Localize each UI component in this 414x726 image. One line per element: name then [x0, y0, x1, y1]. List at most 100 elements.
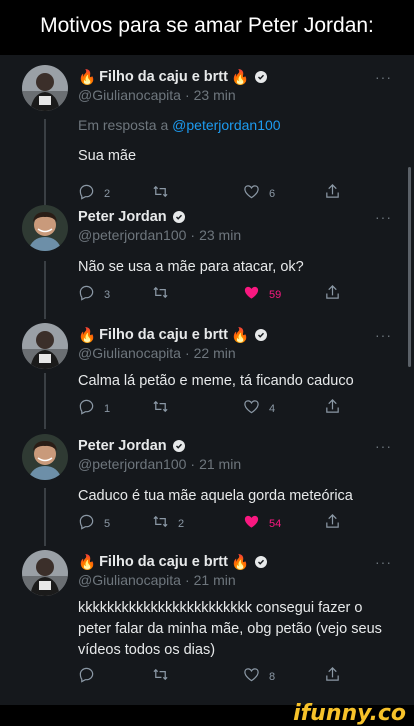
more-options-icon[interactable]: ··· — [375, 438, 392, 454]
reply-icon — [78, 284, 95, 306]
tweet-text: Sua mãe — [78, 148, 137, 164]
replie-count: 3 — [104, 289, 111, 301]
like-button[interactable]: 4 — [243, 398, 275, 420]
timestamp[interactable]: 22 min — [194, 345, 236, 361]
tweet-text: Caduco é tua mãe aquela gorda meteórica — [78, 488, 353, 504]
timestamp[interactable]: 23 min — [194, 87, 236, 103]
tweet-actions: 26 — [78, 183, 378, 203]
verified-badge-icon — [172, 211, 185, 223]
retweet-icon — [152, 284, 169, 306]
display-name: Filho da caju e brtt — [99, 69, 228, 85]
display-name: Peter Jordan — [78, 209, 167, 225]
tweet-meta: @Giulianocapita · 21 min — [78, 572, 236, 588]
replie-count: 1 — [104, 403, 111, 415]
share-icon — [324, 666, 341, 688]
like-button[interactable]: 6 — [243, 183, 275, 205]
like-button[interactable]: 59 — [243, 284, 281, 306]
fire-emoji-icon: 🔥 — [230, 69, 250, 86]
share-icon — [324, 284, 341, 306]
user-name[interactable]: 🔥 Filho da caju e brtt 🔥 — [78, 325, 268, 345]
handle[interactable]: @peterjordan100 — [78, 456, 186, 472]
avatar[interactable] — [22, 434, 68, 480]
tweet-thread: 🔥 Filho da caju e brtt 🔥 ··· @Giulianocapita… — [0, 55, 414, 705]
like-count: 54 — [269, 518, 282, 530]
user-name[interactable]: 🔥 Filho da caju e brtt 🔥 — [78, 67, 268, 87]
heart-icon — [243, 398, 260, 420]
fire-emoji-icon: 🔥 — [78, 69, 97, 86]
timestamp[interactable]: 21 min — [194, 572, 236, 588]
verified-badge-icon — [255, 71, 268, 83]
avatar[interactable] — [22, 205, 68, 251]
more-options-icon[interactable]: ··· — [375, 554, 392, 570]
reply-button[interactable] — [78, 666, 95, 688]
retweet-button[interactable] — [152, 284, 169, 306]
like-count: 4 — [269, 403, 276, 415]
avatar[interactable] — [22, 550, 68, 596]
handle[interactable]: @Giulianocapita — [78, 572, 181, 588]
fire-emoji-icon: 🔥 — [78, 327, 97, 344]
more-options-icon[interactable]: ··· — [375, 69, 392, 85]
avatar[interactable] — [22, 65, 68, 111]
share-icon — [324, 513, 341, 535]
reply-button[interactable]: 1 — [78, 398, 110, 420]
share-button[interactable] — [324, 183, 341, 205]
share-button[interactable] — [324, 513, 341, 535]
ifunny-watermark: ifunny.co — [293, 701, 406, 726]
reply-button[interactable]: 3 — [78, 284, 110, 306]
avatar[interactable] — [22, 323, 68, 369]
share-button[interactable] — [324, 284, 341, 306]
separator: · — [184, 572, 190, 588]
timestamp[interactable]: 21 min — [199, 456, 241, 472]
tweet-actions: 5 2 54 — [78, 513, 378, 533]
separator: · — [184, 87, 190, 103]
heart-icon — [243, 666, 260, 688]
handle[interactable]: @Giulianocapita — [78, 87, 181, 103]
retweet-button[interactable] — [152, 398, 169, 420]
display-name: Peter Jordan — [78, 438, 167, 454]
post-header: Motivos para se amar Peter Jordan: — [0, 0, 414, 52]
reply-context: Em resposta a @peterjordan100 — [78, 117, 281, 133]
user-name[interactable]: Peter Jordan — [78, 207, 185, 227]
reply-button[interactable]: 5 — [78, 513, 110, 535]
replie-count: 5 — [104, 518, 111, 530]
reply-prefix: Em resposta a — [78, 117, 169, 133]
like-button[interactable]: 54 — [243, 513, 281, 535]
retweet-icon — [152, 666, 169, 688]
tweet: Peter Jordan ··· @peterjordan100 · 21 min Cad… — [0, 434, 414, 537]
more-options-icon[interactable]: ··· — [375, 209, 392, 225]
mention-link[interactable]: @peterjordan100 — [172, 117, 280, 133]
like-count: 6 — [269, 188, 276, 200]
tweet-actions: 8 — [78, 666, 378, 686]
handle[interactable]: @peterjordan100 — [78, 227, 186, 243]
heart-icon — [243, 183, 260, 205]
tweet-text: Não se usa a mãe para atacar, ok? — [78, 259, 304, 275]
retweet-button[interactable] — [152, 666, 169, 688]
more-options-icon[interactable]: ··· — [375, 327, 392, 343]
fire-emoji-icon: 🔥 — [230, 327, 250, 344]
separator: · — [190, 227, 196, 243]
retweet-icon — [152, 513, 169, 535]
verified-badge-icon — [172, 440, 185, 452]
user-name[interactable]: 🔥 Filho da caju e brtt 🔥 — [78, 552, 268, 572]
verified-badge-icon — [255, 556, 268, 568]
retweet-button[interactable] — [152, 183, 169, 205]
reply-icon — [78, 398, 95, 420]
retweet-button[interactable]: 2 — [152, 513, 184, 535]
like-button[interactable]: 8 — [243, 666, 275, 688]
tweet: Peter Jordan ··· @peterjordan100 · 23 min Não… — [0, 205, 414, 308]
reply-button[interactable]: 2 — [78, 183, 110, 205]
tweet: 🔥 Filho da caju e brtt 🔥 ··· @Giulianocapita… — [0, 323, 414, 422]
share-button[interactable] — [324, 666, 341, 688]
handle[interactable]: @Giulianocapita — [78, 345, 181, 361]
share-icon — [324, 398, 341, 420]
user-name[interactable]: Peter Jordan — [78, 436, 185, 456]
tweet: 🔥 Filho da caju e brtt 🔥 ··· @Giulianocapita… — [0, 65, 414, 207]
tweet-actions: 14 — [78, 398, 378, 418]
retweet-icon — [152, 398, 169, 420]
like-count: 59 — [269, 289, 282, 301]
tweet-text: Calma lá petão e meme, tá ficando caduco — [78, 373, 354, 389]
heart-filled-icon — [243, 513, 260, 535]
fire-emoji-icon: 🔥 — [230, 554, 250, 571]
share-button[interactable] — [324, 398, 341, 420]
timestamp[interactable]: 23 min — [199, 227, 241, 243]
